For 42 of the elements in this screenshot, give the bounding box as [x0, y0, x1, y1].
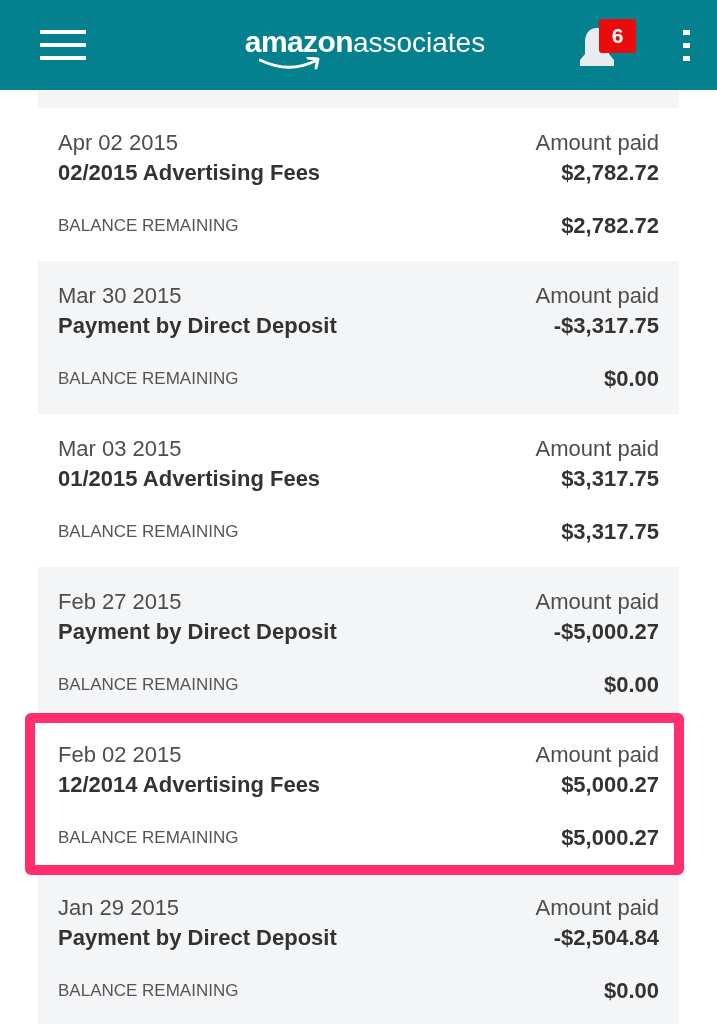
- brand-name: amazon: [244, 24, 353, 58]
- balance-value: $3,317.75: [561, 519, 659, 545]
- amount-label: Amount paid: [535, 589, 659, 615]
- amount-label: Amount paid: [535, 130, 659, 156]
- balance-value: $0.00: [603, 672, 659, 698]
- transaction-date: Feb 27 2015: [58, 589, 182, 615]
- amount-label: Amount paid: [535, 742, 659, 768]
- amount-value: $2,782.72: [561, 160, 659, 186]
- transaction-description: 01/2015 Advertising Fees: [58, 466, 321, 492]
- balance-label: BALANCE REMAINING: [58, 216, 239, 236]
- transaction-description: Payment by Direct Deposit: [58, 619, 337, 645]
- transaction-description: 02/2015 Advertising Fees: [58, 160, 321, 186]
- product-name: associates: [352, 26, 486, 58]
- transaction-date: Mar 30 2015: [58, 283, 182, 309]
- balance-value: $0.00: [603, 366, 659, 392]
- more-icon[interactable]: [683, 29, 690, 61]
- amount-value: -$3,317.75: [553, 313, 659, 339]
- balance-label: BALANCE REMAINING: [58, 981, 239, 1001]
- balance-label: BALANCE REMAINING: [58, 369, 239, 389]
- balance-value: $2,782.72: [561, 213, 659, 239]
- balance-label: BALANCE REMAINING: [58, 828, 239, 848]
- amount-label: Amount paid: [535, 895, 659, 921]
- amount-value: -$2,504.84: [553, 925, 659, 951]
- amount-value: $5,000.27: [561, 772, 659, 798]
- transaction-date: Mar 03 2015: [58, 436, 182, 462]
- amount-value: $3,317.75: [561, 466, 659, 492]
- transaction-description: 12/2014 Advertising Fees: [58, 772, 321, 798]
- transaction-description: Payment by Direct Deposit: [58, 313, 337, 339]
- notification-badge: 6: [599, 19, 636, 53]
- transaction-date: Feb 02 2015: [58, 742, 182, 768]
- smile-arrow-icon: [258, 56, 321, 71]
- transaction-date: Apr 02 2015: [58, 130, 178, 156]
- balance-value: $5,000.27: [561, 825, 659, 851]
- balance-label: BALANCE REMAINING: [58, 675, 239, 695]
- transaction-date: Jan 29 2015: [58, 895, 180, 921]
- transaction-description: Payment by Direct Deposit: [58, 925, 337, 951]
- amount-value: -$5,000.27: [553, 619, 659, 645]
- menu-icon[interactable]: [40, 30, 86, 60]
- amount-label: Amount paid: [535, 436, 659, 462]
- balance-label: BALANCE REMAINING: [58, 522, 239, 542]
- amount-label: Amount paid: [535, 283, 659, 309]
- balance-value: $0.00: [603, 978, 659, 1004]
